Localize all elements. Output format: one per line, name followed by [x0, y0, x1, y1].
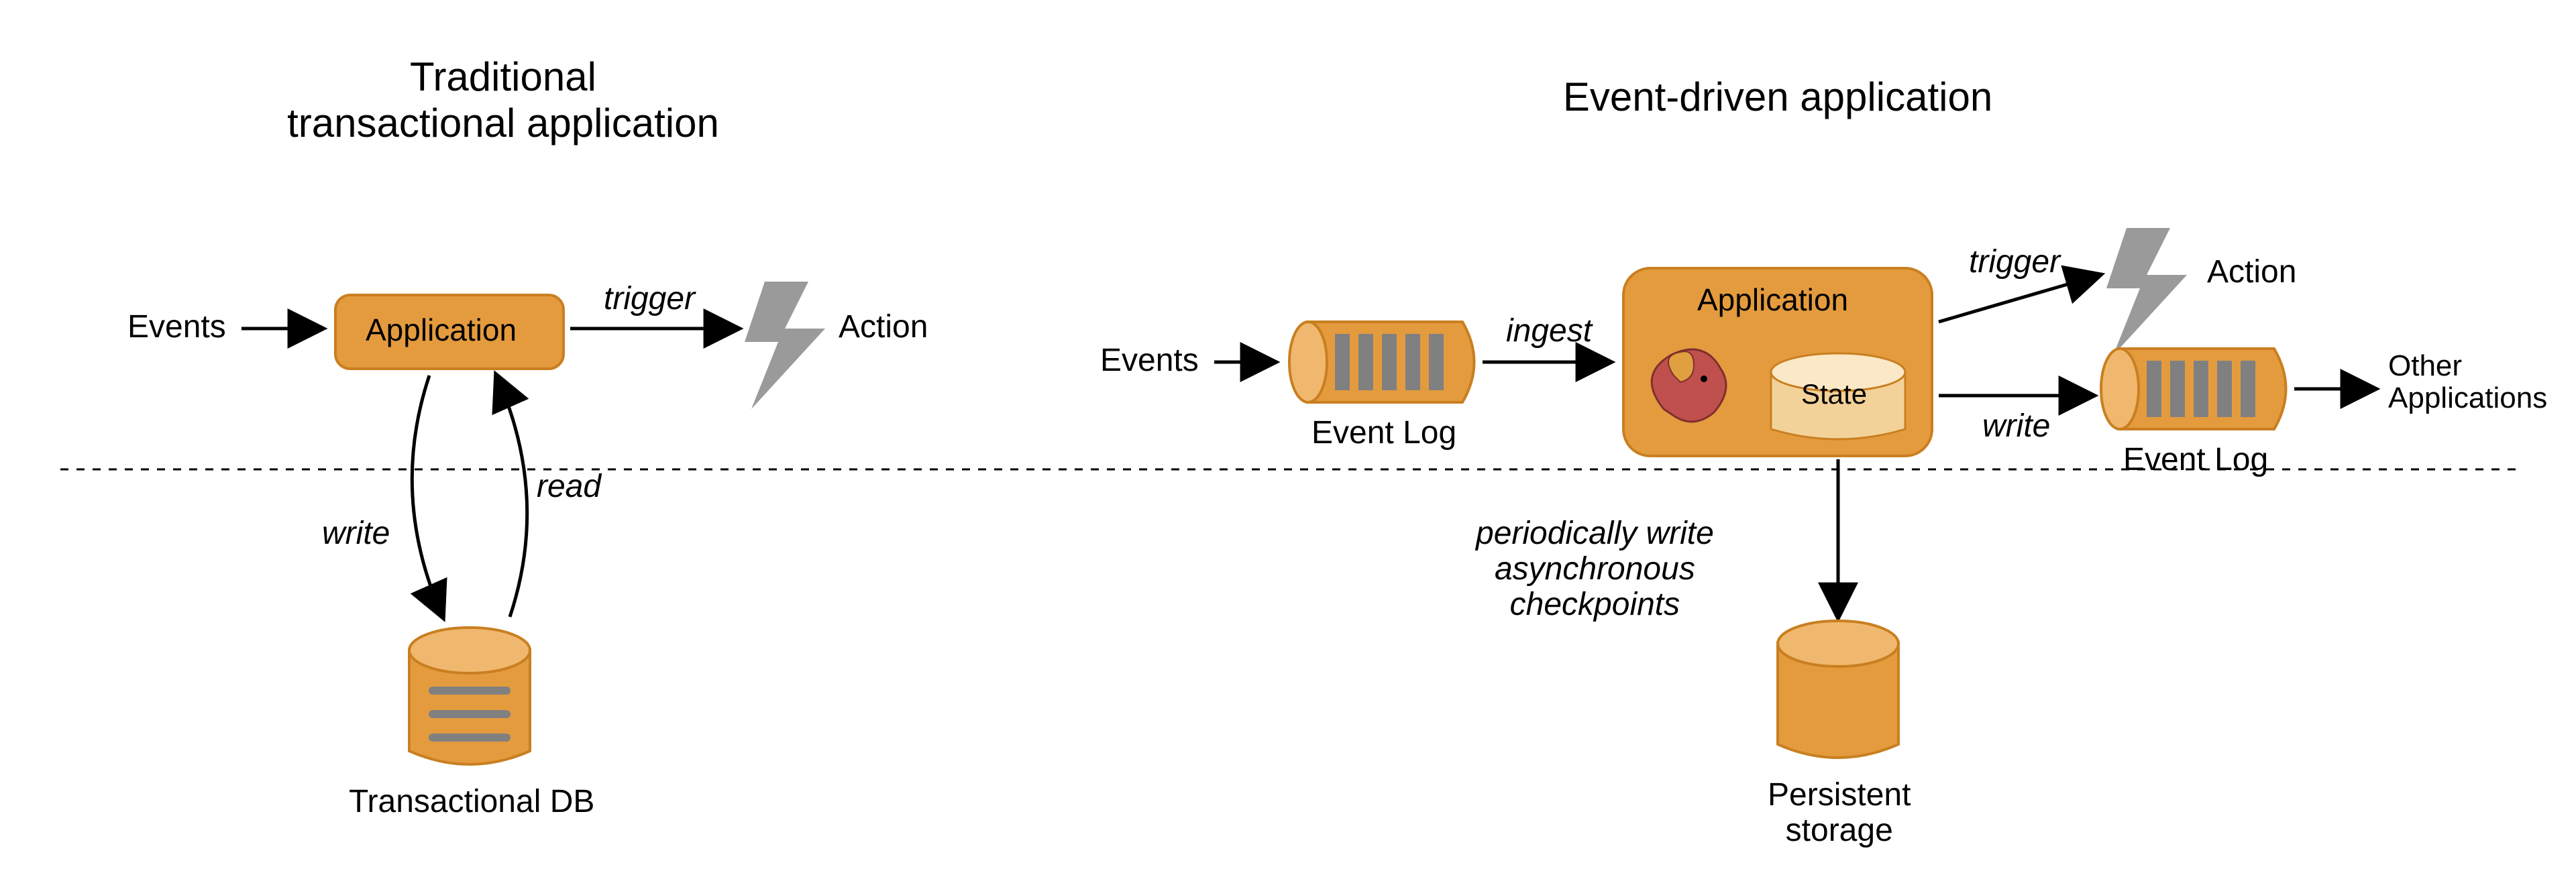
label-checkpoints: periodically write asynchronous checkpoi…: [1476, 516, 1714, 622]
label-write-db: write: [322, 516, 390, 552]
label-application-right: Application: [1697, 282, 1848, 318]
event-log-in-icon: [1289, 322, 1474, 402]
label-events-right: Events: [1100, 343, 1199, 379]
lightning-icon-right: [2106, 228, 2187, 355]
diagram-svg: [0, 0, 2576, 875]
arrow-write-to-db: [412, 375, 443, 617]
label-trigger-right: trigger: [1969, 245, 2060, 280]
arrow-read-from-db: [496, 375, 527, 617]
label-application-left: Application: [366, 312, 517, 348]
label-other-apps: Other Applications: [2388, 350, 2547, 415]
label-read: read: [537, 469, 601, 505]
label-write-out: write: [1982, 409, 2050, 445]
label-state: State: [1801, 379, 1867, 410]
event-log-out-icon: [2101, 349, 2286, 429]
label-trigger-left: trigger: [604, 282, 695, 317]
label-events-left: Events: [127, 310, 226, 345]
label-event-log-in: Event Log: [1311, 416, 1456, 451]
persistent-storage-icon: [1778, 621, 1898, 758]
label-action-left: Action: [839, 310, 928, 345]
label-persistent-storage: Persistent storage: [1768, 778, 1911, 849]
label-ingest: ingest: [1506, 314, 1592, 349]
lightning-icon-left: [745, 282, 825, 409]
label-event-log-out: Event Log: [2123, 443, 2268, 478]
label-action-right: Action: [2207, 255, 2296, 290]
transactional-db-icon: [409, 628, 530, 764]
arrow-app-to-action-right: [1939, 275, 2100, 322]
label-transactional-db: Transactional DB: [349, 784, 594, 820]
diagram-canvas: Traditional transactional application Ev…: [0, 0, 2576, 875]
